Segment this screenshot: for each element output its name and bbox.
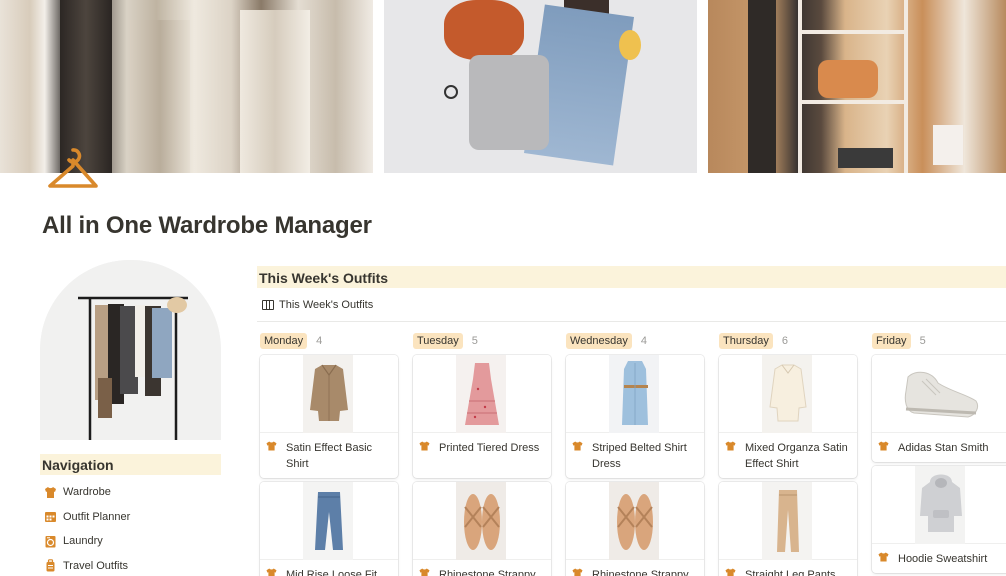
column-day-label: Friday — [872, 333, 911, 349]
outfit-card[interactable]: Printed Tiered Dress — [413, 355, 551, 478]
card-image-sneaker — [872, 355, 1006, 433]
board-column-friday: Friday 5 Adidas Stan Smith Hoodie Sweats… — [872, 332, 1006, 573]
card-title: Mid Rise Loose Fit — [286, 569, 378, 576]
card-image-shirt-jacket — [260, 355, 398, 433]
shirt-icon — [725, 441, 736, 451]
outfit-card[interactable]: Satin Effect Basic Shirt — [260, 355, 398, 478]
card-title: Striped Belted Shirt Dress — [592, 442, 687, 470]
outfit-card[interactable]: Straight Leg Pants — [719, 482, 857, 576]
board-view-label: This Week's Outfits — [279, 299, 374, 311]
column-header[interactable]: Thursday 6 — [719, 332, 857, 350]
nav-item-laundry[interactable]: Laundry — [44, 529, 224, 554]
card-image-sandals — [413, 482, 551, 560]
board-column-thursday: Thursday 6 Mixed Organza Satin Effect Sh… — [719, 332, 857, 576]
calendar-icon — [45, 512, 56, 523]
cover-photo-flatlay — [384, 0, 697, 173]
outfit-card[interactable]: Mixed Organza Satin Effect Shirt — [719, 355, 857, 478]
card-image-beige-pants — [719, 482, 857, 560]
board-column-tuesday: Tuesday 5 Printed Tiered Dress Rhineston… — [413, 332, 551, 576]
board-divider — [257, 321, 1006, 322]
board-column-wednesday: Wednesday 4 Striped Belted Shirt Dress R… — [566, 332, 704, 576]
column-day-label: Tuesday — [413, 333, 463, 349]
navigation-list: Wardrobe Outfit Planner Laundry Travel O… — [44, 480, 224, 576]
card-title: Satin Effect Basic Shirt — [286, 442, 373, 470]
card-title: Straight Leg Pants — [745, 569, 836, 576]
nav-item-label: Outfit Planner — [63, 510, 131, 523]
nav-item-label: Travel Outfits — [63, 559, 128, 572]
shirt-icon — [419, 568, 430, 576]
shirt-icon — [725, 568, 736, 576]
hanger-icon — [48, 148, 98, 188]
column-count: 4 — [316, 335, 323, 347]
column-day-label: Wednesday — [566, 333, 632, 349]
shirt-icon — [572, 441, 583, 451]
column-header[interactable]: Friday 5 — [872, 332, 1006, 350]
board-title: This Week's Outfits — [257, 266, 1006, 288]
outfit-card[interactable]: Rhinestone Strappy — [566, 482, 704, 576]
suitcase-icon — [46, 559, 55, 572]
outfit-card[interactable]: Rhinestone Strappy — [413, 482, 551, 576]
outfit-card[interactable]: Adidas Stan Smith — [872, 355, 1006, 462]
column-count: 5 — [471, 335, 478, 347]
card-image-shirt-dress — [566, 355, 704, 433]
card-image-hoodie — [872, 466, 1006, 544]
column-count: 6 — [781, 335, 788, 347]
shirt-icon — [878, 441, 889, 451]
board-view-icon — [262, 300, 274, 310]
card-title: Rhinestone Strappy — [592, 569, 689, 576]
wardrobe-rack-image — [40, 260, 221, 440]
nav-item-outfit-planner[interactable]: Outfit Planner — [44, 505, 224, 530]
card-title: Printed Tiered Dress — [439, 442, 540, 454]
cover-photo-closet — [708, 0, 1006, 173]
nav-item-label: Laundry — [63, 535, 103, 548]
card-image-sandals — [566, 482, 704, 560]
outfit-card[interactable]: Hoodie Sweatshirt — [872, 466, 1006, 573]
card-title: Hoodie Sweatshirt — [898, 553, 988, 565]
column-count: 4 — [640, 335, 648, 347]
card-title: Mixed Organza Satin Effect Shirt — [745, 442, 848, 470]
board-column-monday: Monday 4 Satin Effect Basic Shirt Mid Ri… — [260, 332, 398, 576]
nav-item-label: Wardrobe — [63, 486, 111, 499]
shirt-icon — [266, 441, 277, 451]
shirt-icon — [266, 568, 277, 576]
card-title: Rhinestone Strappy — [439, 569, 536, 576]
column-count: 5 — [919, 335, 926, 347]
shirt-icon — [572, 568, 583, 576]
card-image-white-shirt — [719, 355, 857, 433]
nav-item-travel-outfits[interactable]: Travel Outfits — [44, 554, 224, 576]
outfit-card[interactable]: Mid Rise Loose Fit — [260, 482, 398, 576]
card-image-jeans — [260, 482, 398, 560]
column-header[interactable]: Wednesday 4 — [566, 332, 704, 350]
column-day-label: Monday — [260, 333, 308, 349]
shirt-icon — [419, 441, 430, 451]
outfit-card[interactable]: Striped Belted Shirt Dress — [566, 355, 704, 478]
page-title: All in One Wardrobe Manager — [42, 212, 372, 239]
shirt-icon — [45, 486, 56, 498]
nav-item-wardrobe[interactable]: Wardrobe — [44, 480, 224, 505]
column-day-label: Thursday — [719, 333, 773, 349]
washing-machine-icon — [45, 535, 56, 548]
card-title: Adidas Stan Smith — [898, 442, 989, 454]
column-header[interactable]: Tuesday 5 — [413, 332, 551, 350]
shirt-icon — [878, 552, 889, 562]
navigation-heading: Navigation — [40, 454, 221, 475]
board-view-tab[interactable]: This Week's Outfits — [262, 299, 373, 311]
column-header[interactable]: Monday 4 — [260, 332, 398, 350]
card-image-floral-dress — [413, 355, 551, 433]
cover-banner — [0, 0, 1006, 173]
